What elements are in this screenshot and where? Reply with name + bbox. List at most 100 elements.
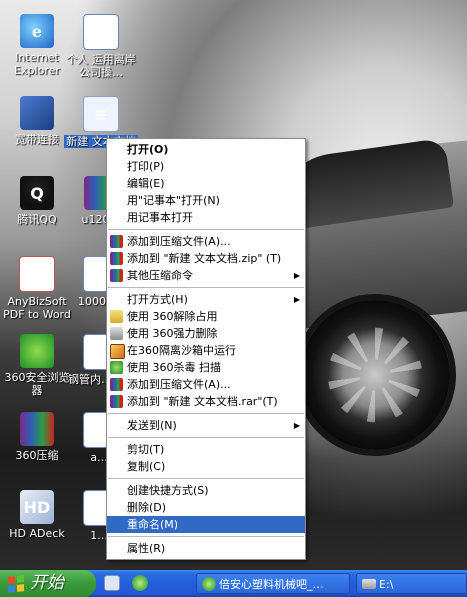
desktop-icon-broadband[interactable]: 宽带连接	[0, 96, 74, 146]
desktop-icon-label: Internet Explorer	[14, 51, 60, 77]
menu-item-label: 使用 360强力删除	[127, 327, 218, 340]
360-zip-icon	[20, 412, 54, 446]
shield-icon	[110, 361, 123, 374]
desktop-icon-360-browser[interactable]: 360安全浏览器	[0, 334, 74, 397]
new-text-doc-icon: ≡	[83, 96, 119, 132]
start-label: 开始	[30, 573, 64, 593]
menu-item-label: 其他压缩命令	[127, 269, 193, 282]
anybizsoft-icon: PDF	[19, 256, 55, 292]
desktop-icon-tencent-qq[interactable]: Q 腾讯QQ	[0, 176, 74, 226]
menu-item[interactable]: 使用 360强力删除	[107, 325, 305, 342]
rar-icon	[110, 378, 123, 391]
menu-item-label: 复制(C)	[127, 460, 166, 473]
desktop-icon-label: 360压缩	[15, 449, 59, 462]
menu-item-label: 创建快捷方式(S)	[127, 484, 209, 497]
desktop-icon-label: 360安全浏览器	[4, 371, 70, 397]
menu-item[interactable]: 用"记事本"打开(N)	[107, 192, 305, 209]
submenu-arrow-icon: ▶	[293, 421, 300, 430]
menu-item-label: 打开方式(H)	[127, 293, 188, 306]
wallpaper-car-rim	[300, 300, 450, 450]
desktop-icon-internet-explorer[interactable]: e Internet Explorer	[0, 14, 74, 77]
menu-item-label: 使用 360杀毒 扫描	[127, 361, 221, 374]
desktop-icon-label: 腾讯QQ	[17, 213, 57, 226]
menu-item-label: 编辑(E)	[127, 177, 165, 190]
menu-item[interactable]: 删除(D)	[107, 499, 305, 516]
desktop-icon-label: HD ADeck	[9, 527, 65, 540]
menu-item-label: 在360隔离沙箱中运行	[127, 344, 236, 357]
windows-flag-icon	[8, 574, 24, 593]
menu-item[interactable]: 添加到 "新建 文本文档.rar"(T)	[107, 393, 305, 410]
menu-item[interactable]: 打开(O)	[107, 141, 305, 158]
menu-item[interactable]: 添加到压缩文件(A)...	[107, 233, 305, 250]
taskbar-button-label: E:\	[379, 578, 394, 591]
desktop-icon-360-zip[interactable]: 360压缩	[0, 412, 74, 462]
rar-icon	[110, 252, 123, 265]
menu-separator	[108, 287, 304, 288]
desktop-icon-label: AnyBizSoft PDF to Word	[3, 295, 71, 321]
submenu-arrow-icon: ▶	[293, 271, 300, 280]
menu-separator	[108, 478, 304, 479]
menu-item-label: 删除(D)	[127, 501, 167, 514]
quicklaunch-editor-icon[interactable]	[104, 575, 120, 591]
menu-item[interactable]: 复制(C)	[107, 458, 305, 475]
menu-item[interactable]: 打印(P)	[107, 158, 305, 175]
menu-item[interactable]: 创建快捷方式(S)	[107, 482, 305, 499]
menu-item[interactable]: 在360隔离沙箱中运行	[107, 342, 305, 359]
menu-item-label: 发送到(N)	[127, 419, 177, 432]
desktop-icon-anybizsoft[interactable]: PDF AnyBizSoft PDF to Word	[0, 256, 74, 321]
menu-item-label: 重命名(M)	[127, 518, 179, 531]
taskbar-button-browser[interactable]: 倍安心塑料机械吧_…	[196, 573, 350, 594]
menu-item-label: 打印(P)	[127, 160, 165, 173]
menu-item[interactable]: 使用 360杀毒 扫描	[107, 359, 305, 376]
menu-item[interactable]: 编辑(E)	[107, 175, 305, 192]
menu-item-label: 添加到 "新建 文本文档.zip" (T)	[127, 252, 282, 265]
desktop-icon-label: 宽带连接	[15, 133, 59, 146]
menu-item-label: 使用 360解除占用	[127, 310, 218, 323]
rar-icon	[110, 269, 123, 282]
sandbox-icon	[110, 344, 125, 359]
menu-item-label: 添加到压缩文件(A)...	[127, 378, 231, 391]
menu-item[interactable]: 属性(R)	[107, 540, 305, 557]
rar-icon	[110, 235, 123, 248]
drive-icon	[362, 579, 376, 589]
360-browser-icon	[20, 334, 54, 368]
hd-adeck-icon: HD	[20, 490, 54, 524]
menu-item[interactable]: 添加到 "新建 文本文档.zip" (T)	[107, 250, 305, 267]
menu-item[interactable]: 用记事本打开	[107, 209, 305, 226]
desktop-icon-label: 个人 运用离岸公司操…	[66, 53, 136, 79]
personal-doc-icon: W	[83, 14, 119, 50]
quicklaunch-360-browser-icon[interactable]	[132, 575, 148, 591]
taskbar-button-explorer[interactable]: E:\	[356, 573, 467, 594]
menu-item-label: 添加到 "新建 文本文档.rar"(T)	[127, 395, 278, 408]
menu-item-label: 打开(O)	[127, 143, 169, 156]
menu-item[interactable]: 使用 360解除占用	[107, 308, 305, 325]
taskbar: 开始 倍安心塑料机械吧_… E:\	[0, 570, 467, 597]
context-menu: 打开(O) 打印(P) 编辑(E) 用"记事本"打开(N) 用记事本打开添加到压缩文件(…	[106, 138, 306, 560]
rar-icon	[110, 395, 123, 408]
menu-item-label: 属性(R)	[127, 542, 166, 555]
start-button[interactable]: 开始	[0, 570, 96, 597]
desktop-icon-personal-doc[interactable]: W 个人 运用离岸公司操…	[64, 14, 138, 79]
menu-separator	[108, 437, 304, 438]
menu-item-label: 用记事本打开	[127, 211, 193, 224]
menu-item[interactable]: 重命名(M)	[107, 516, 305, 533]
taskbar-button-label: 倍安心塑料机械吧_…	[219, 578, 324, 591]
broadband-icon	[20, 96, 54, 130]
menu-item[interactable]: 发送到(N) ▶	[107, 417, 305, 434]
menu-item[interactable]: 其他压缩命令 ▶	[107, 267, 305, 284]
menu-item-label: 添加到压缩文件(A)...	[127, 235, 231, 248]
menu-item[interactable]: 打开方式(H) ▶	[107, 291, 305, 308]
shred-icon	[110, 327, 123, 340]
folder-icon	[110, 310, 123, 323]
menu-separator	[108, 536, 304, 537]
desktop-icon-hd-adeck[interactable]: HD HD ADeck	[0, 490, 74, 540]
menu-separator	[108, 229, 304, 230]
menu-item-label: 用"记事本"打开(N)	[127, 194, 220, 207]
submenu-arrow-icon: ▶	[293, 295, 300, 304]
menu-separator	[108, 413, 304, 414]
tencent-qq-icon: Q	[20, 176, 54, 210]
internet-explorer-icon: e	[20, 14, 54, 48]
360-browser-icon	[202, 577, 216, 591]
menu-item[interactable]: 添加到压缩文件(A)...	[107, 376, 305, 393]
menu-item[interactable]: 剪切(T)	[107, 441, 305, 458]
